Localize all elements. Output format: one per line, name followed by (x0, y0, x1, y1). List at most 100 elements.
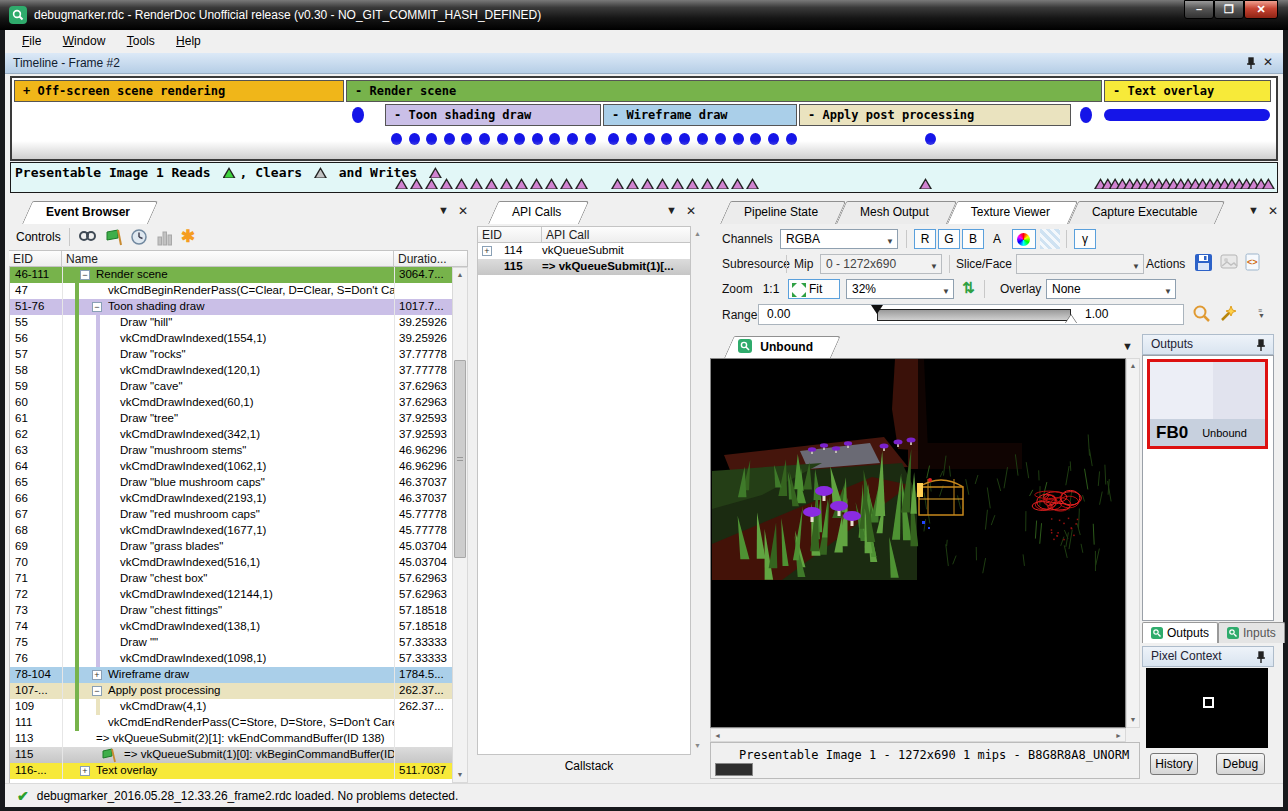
range-black-marker[interactable] (871, 305, 883, 314)
timeline-panel-header[interactable]: Timeline - Frame #2 ✕ (5, 53, 1283, 74)
event-row[interactable]: 116-...+Text overlay511.7037 (10, 763, 452, 779)
channel-r-button[interactable]: R (914, 229, 936, 249)
toolbar-overflow-icon[interactable]: ≡▼ (1258, 308, 1265, 318)
expander-icon[interactable]: − (92, 686, 102, 696)
menu-tools[interactable]: Tools (118, 30, 164, 52)
event-table-scrollbar[interactable]: ▲ ▼ (452, 267, 468, 783)
event-table[interactable]: 46-111−Render scene3064.7...47vkCmdBegin… (9, 267, 452, 783)
zoom-1to1-button[interactable]: 1:1 (758, 279, 784, 299)
texture-viewport[interactable] (710, 358, 1126, 728)
event-row[interactable]: 57Draw "rocks"37.77778 (10, 347, 452, 363)
find-icon[interactable] (78, 229, 97, 246)
timeline-bar[interactable]: + Off-screen scene rendering (14, 80, 344, 102)
menu-file[interactable]: File (13, 30, 50, 52)
viewport-vscroll[interactable]: ▲ ▼ (1126, 358, 1140, 728)
tab-mesh-output[interactable]: Mesh Output (836, 201, 947, 224)
callstack-label[interactable]: Callstack (474, 755, 704, 779)
event-row[interactable]: 74vkCmdDrawIndexed(138,1)57.18518 (10, 619, 452, 635)
gamma-button[interactable]: γ (1074, 229, 1096, 249)
outputs-header[interactable]: Outputs (1142, 334, 1274, 355)
event-row[interactable]: 109vkCmdDraw(4,1)262.37... (10, 699, 452, 715)
save-icon[interactable] (1194, 253, 1214, 273)
range-control[interactable]: 0.00 1.00 (758, 304, 1184, 325)
panel-menu-icon[interactable]: ▼ (666, 204, 677, 216)
panel-close-icon[interactable]: ✕ (1268, 204, 1278, 218)
tab-texture-viewer[interactable]: Texture Viewer (947, 201, 1068, 224)
timeline-dot[interactable] (1080, 107, 1092, 123)
event-row[interactable]: 61Draw "tree"37.92593 (10, 411, 452, 427)
goto-eid-icon[interactable] (105, 229, 123, 246)
open-image-icon[interactable] (1220, 253, 1240, 273)
scroll-left-icon[interactable]: ◄ (714, 732, 721, 739)
api-table[interactable]: +114vkQueueSubmit115=> vkQueueSubmit(1)[… (477, 243, 691, 755)
api-scroll-up-icon[interactable]: ▲ (694, 230, 701, 237)
scroll-right-icon[interactable]: ► (1115, 732, 1122, 739)
scroll-up-icon[interactable]: ▲ (1128, 359, 1138, 373)
minimize-button[interactable]: – (1184, 0, 1214, 19)
range-slider[interactable] (877, 309, 1071, 321)
tab-unbound[interactable]: Unbound (724, 336, 831, 358)
event-row[interactable]: 111vkCmdEndRenderPass(C=Store, D=Store, … (10, 715, 452, 731)
zoom-fit-button[interactable]: Fit (788, 279, 840, 299)
tab-api-calls[interactable]: API Calls (488, 201, 579, 224)
event-row[interactable]: 55Draw "hill"39.25926 (10, 315, 452, 331)
checkerboard-button[interactable] (1040, 229, 1060, 249)
event-row[interactable]: 68vkCmdDrawIndexed(1677,1)45.77778 (10, 523, 452, 539)
event-row[interactable]: 66vkCmdDrawIndexed(2193,1)46.37037 (10, 491, 452, 507)
flip-y-icon[interactable]: ⇅ (962, 279, 975, 297)
api-call-row[interactable]: +114vkQueueSubmit (478, 243, 690, 259)
panel-close-icon[interactable]: ✕ (458, 204, 468, 218)
channels-combo[interactable]: RGBA▼ (780, 229, 898, 249)
viewport-hscroll[interactable]: ◄ ► (710, 728, 1126, 742)
api-table-header[interactable]: EID API Call (477, 226, 691, 243)
event-row[interactable]: 58vkCmdDrawIndexed(120,1)37.77778 (10, 363, 452, 379)
event-row[interactable]: 65Draw "blue mushroom caps"46.37037 (10, 475, 452, 491)
event-row[interactable]: 72vkCmdDrawIndexed(12144,1)57.62963 (10, 587, 452, 603)
mip-combo[interactable]: 0 - 1272x690▼ (820, 254, 942, 274)
event-table-header[interactable]: EID Name Duratio... (9, 250, 468, 267)
tab-capture-executable[interactable]: Capture Executable (1068, 201, 1215, 224)
api-call-row[interactable]: 115=> vkQueueSubmit(1)[... (478, 259, 690, 275)
timeline-bar[interactable]: - Text overlay (1104, 80, 1271, 102)
event-row[interactable]: 69Draw "grass blades"45.03704 (10, 539, 452, 555)
scroll-down-icon[interactable]: ▼ (454, 768, 466, 782)
tab-pipeline-state[interactable]: Pipeline State (720, 201, 836, 224)
event-row[interactable]: 64vkCmdDrawIndexed(1062,1)46.96296 (10, 459, 452, 475)
expander-icon[interactable]: + (80, 766, 90, 776)
channel-b-button[interactable]: B (962, 229, 984, 249)
pin-icon[interactable] (1245, 57, 1257, 70)
panel-menu-icon[interactable]: ▼ (1248, 204, 1259, 216)
event-row[interactable]: 60vkCmdDrawIndexed(60,1)37.62963 (10, 395, 452, 411)
history-button[interactable]: History (1150, 753, 1198, 775)
expander-icon[interactable]: − (80, 270, 90, 280)
preview-menu-icon[interactable]: ▼ (1122, 340, 1133, 352)
timeline-bar[interactable]: - Render scene (346, 80, 1102, 102)
timeline-sub-bar[interactable]: - Apply post processing (799, 104, 1071, 126)
panel-close-icon[interactable]: ✕ (686, 204, 696, 218)
event-row[interactable]: 47vkCmdBeginRenderPass(C=Clear, D=Clear,… (10, 283, 452, 299)
event-row[interactable]: 113=> vkQueueSubmit(2)[1]: vkEndCommandB… (10, 731, 452, 747)
statistics-icon[interactable] (157, 229, 173, 246)
pixel-context-view[interactable] (1146, 668, 1268, 748)
tab-outputs[interactable]: Outputs (1142, 622, 1218, 643)
event-row[interactable]: 67Draw "red mushroom caps"45.77778 (10, 507, 452, 523)
event-row[interactable]: 56vkCmdDrawIndexed(1554,1)39.25926 (10, 331, 452, 347)
autofit-wand-icon[interactable] (1218, 304, 1238, 324)
scroll-thumb[interactable] (454, 360, 466, 558)
slice-combo[interactable]: ▼ (1016, 254, 1144, 274)
timeline-sub-bar[interactable]: - Toon shading draw (385, 104, 601, 126)
event-row[interactable]: 51-76−Toon shading draw1017.7... (10, 299, 452, 315)
zoom-range-icon[interactable] (1192, 304, 1212, 324)
debug-button[interactable]: Debug (1216, 753, 1265, 775)
tab-event-browser[interactable]: Event Browser (22, 201, 148, 224)
event-row[interactable]: 62vkCmdDrawIndexed(342,1)37.92593 (10, 427, 452, 443)
pin-icon[interactable] (1255, 651, 1267, 664)
event-row[interactable]: 76vkCmdDrawIndexed(1098,1)57.33333 (10, 651, 452, 667)
api-scroll-down-icon[interactable]: ▼ (694, 742, 701, 749)
event-row[interactable]: 59Draw "cave"37.62963 (10, 379, 452, 395)
event-row[interactable]: 63Draw "mushroom stems"46.96296 (10, 443, 452, 459)
code-icon[interactable]: <> (1244, 253, 1264, 273)
expander-icon[interactable]: + (92, 670, 102, 680)
menu-help[interactable]: Help (167, 30, 210, 52)
channel-g-button[interactable]: G (938, 229, 960, 249)
